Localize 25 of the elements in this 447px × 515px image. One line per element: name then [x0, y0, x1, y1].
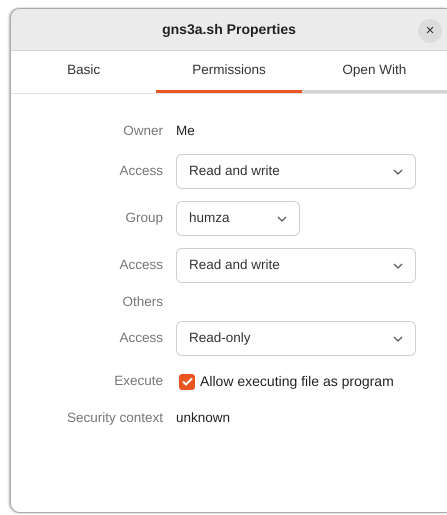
tab[interactable]: Basic — [11, 51, 156, 93]
field-label: Access — [119, 162, 163, 180]
dropdown[interactable]: Read-only — [176, 321, 416, 356]
field-label: Access — [119, 329, 163, 348]
field-label: Others — [122, 292, 163, 311]
chevron-down-icon — [277, 216, 287, 222]
field-label: Security context — [66, 408, 163, 427]
field-label: Access — [119, 256, 163, 274]
tab[interactable]: Open With — [302, 51, 447, 93]
field-label: Group — [125, 209, 163, 228]
field-label: Owner — [123, 122, 163, 140]
tab[interactable]: Permissions — [156, 51, 302, 93]
dropdown[interactable]: Read and write — [176, 248, 416, 283]
field-value: Me — [176, 122, 195, 140]
field-value: unknown — [176, 408, 230, 427]
checkbox[interactable] — [179, 374, 195, 390]
chevron-down-icon — [393, 168, 403, 174]
close-button[interactable]: × — [418, 19, 442, 43]
dropdown[interactable]: Read and write — [176, 154, 416, 189]
field-label: Execute — [114, 372, 163, 390]
chevron-down-icon — [393, 336, 403, 342]
window-title: gns3a.sh Properties — [162, 20, 296, 39]
dropdown[interactable]: humza — [176, 201, 300, 236]
checkbox-label[interactable]: Allow executing file as program — [200, 371, 394, 392]
chevron-down-icon — [393, 262, 403, 268]
